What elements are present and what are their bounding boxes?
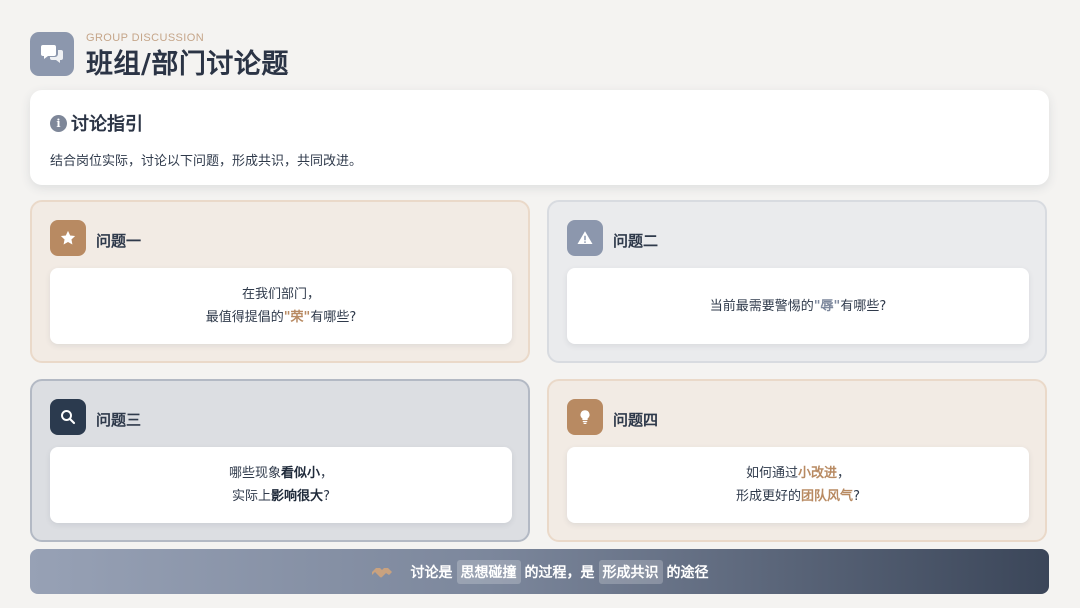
question-line: 形成更好的团队风气? — [736, 485, 860, 508]
question-label: 问题一 — [96, 232, 142, 250]
question-text: 实际上 — [232, 489, 272, 504]
guide-title: 讨论指引 — [71, 114, 143, 135]
question-line: 当前最需要警惕的"辱"有哪些? — [710, 295, 886, 318]
highlight-text: "荣" — [283, 310, 311, 325]
question-text: 有哪些? — [840, 298, 887, 314]
page-header: GROUP DISCUSSION 班组/部门讨论题 — [30, 30, 530, 80]
question-card-3: 问题三 哪些现象看似小， 实际上影响很大? — [30, 379, 530, 542]
question-text: 当前最需要警惕的 — [709, 298, 814, 314]
banner-text: 的途径 — [666, 564, 709, 581]
handshake-icon — [371, 564, 393, 580]
question-text: 最值得提倡的 — [205, 310, 284, 325]
question-card-4: 问题四 如何通过小改进， 形成更好的团队风气? — [547, 379, 1047, 542]
highlight-text: "辱" — [813, 298, 841, 314]
search-icon — [50, 399, 86, 435]
question-line: 最值得提倡的"荣"有哪些? — [206, 306, 356, 329]
question-label: 问题四 — [613, 411, 659, 429]
highlight-text: 小改进 — [797, 466, 837, 481]
banner-highlight-chip: 思想碰撞 — [456, 559, 521, 584]
info-icon: i — [50, 114, 67, 132]
question-text: 形成更好的 — [736, 489, 802, 504]
question-text-box: 在我们部门， 最值得提倡的"荣"有哪些? — [50, 268, 512, 344]
question-text: ， — [320, 466, 334, 481]
highlight-text: 看似小 — [280, 466, 320, 481]
question-text: ? — [323, 489, 330, 504]
highlight-text: 影响很大 — [271, 489, 324, 504]
discussion-guide-card: i 讨论指引 结合岗位实际，讨论以下问题，形成共识，共同改进。 — [30, 90, 1049, 185]
question-line: 在我们部门， — [241, 287, 320, 302]
star-icon — [50, 220, 86, 256]
guide-description: 结合岗位实际，讨论以下问题，形成共识，共同改进。 — [50, 154, 363, 169]
banner-text: 讨论是 — [410, 564, 453, 581]
question-text-box: 如何通过小改进， 形成更好的团队风气? — [567, 447, 1029, 523]
chat-bubbles-icon — [30, 32, 74, 76]
question-text: ? — [853, 489, 860, 504]
question-text-box: 当前最需要警惕的"辱"有哪些? — [567, 268, 1029, 344]
question-text-box: 哪些现象看似小， 实际上影响很大? — [50, 447, 512, 523]
question-card-2: 问题二 当前最需要警惕的"辱"有哪些? — [547, 200, 1047, 363]
summary-banner: 讨论是 思想碰撞 的过程，是 形成共识 的途径 — [30, 549, 1049, 594]
warning-icon — [567, 220, 603, 256]
question-label: 问题三 — [96, 411, 142, 429]
lightbulb-icon — [567, 399, 603, 435]
highlight-text: 团队风气 — [801, 489, 854, 504]
question-text: 哪些现象 — [228, 466, 281, 481]
question-line: 如何通过小改进， — [746, 462, 850, 485]
banner-text: 的过程，是 — [524, 564, 595, 581]
question-line: 实际上影响很大? — [232, 485, 330, 508]
question-text: 有哪些? — [310, 310, 357, 325]
page-title: 班组/部门讨论题 — [86, 49, 289, 80]
question-text: ， — [837, 466, 851, 481]
question-line: 哪些现象看似小， — [229, 462, 333, 485]
question-text: 如何通过 — [745, 466, 798, 481]
question-card-1: 问题一 在我们部门， 最值得提倡的"荣"有哪些? — [30, 200, 530, 363]
banner-highlight-chip: 形成共识 — [598, 559, 663, 584]
question-label: 问题二 — [613, 232, 659, 250]
